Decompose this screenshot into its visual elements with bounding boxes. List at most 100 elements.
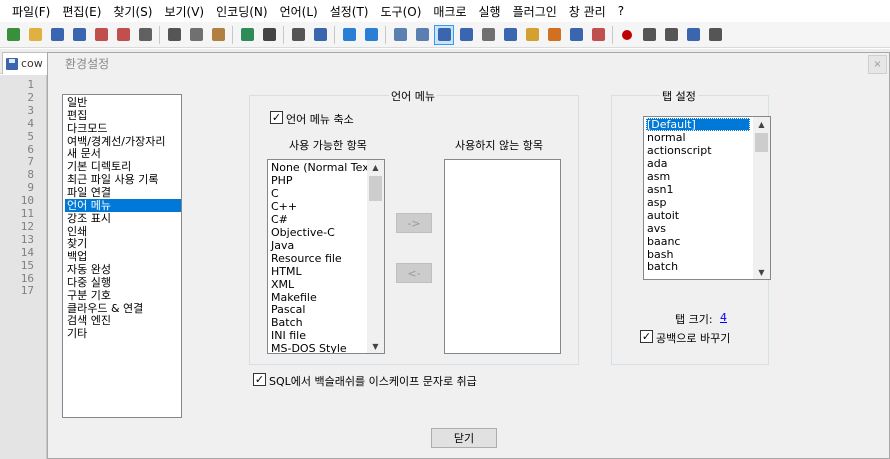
scroll-up-icon[interactable]: ▲ — [753, 117, 770, 131]
category-item[interactable]: 편집 — [65, 109, 181, 122]
available-language-item[interactable]: XML — [271, 278, 294, 291]
available-language-item[interactable]: PHP — [271, 174, 293, 187]
menu-item-9[interactable]: 실행 — [473, 3, 507, 20]
category-item[interactable]: 자동 완성 — [65, 263, 181, 276]
show-all-characters-icon[interactable] — [457, 26, 475, 44]
compact-language-menu-checkbox[interactable] — [270, 111, 283, 124]
playback-icon[interactable] — [662, 26, 680, 44]
category-item[interactable]: 찾기 — [65, 237, 181, 250]
available-language-item[interactable]: C# — [271, 213, 288, 226]
category-item[interactable]: 인쇄 — [65, 225, 181, 238]
category-item[interactable]: 최근 파일 사용 기록 — [65, 173, 181, 186]
close-icon[interactable] — [92, 26, 110, 44]
menu-item-0[interactable]: 파일(F) — [6, 3, 56, 20]
sync-horizontal-icon[interactable] — [413, 26, 431, 44]
category-item[interactable]: 파일 연결 — [65, 186, 181, 199]
save-macro-icon[interactable] — [706, 26, 724, 44]
category-item[interactable]: 여백/경계선/가장자리 — [65, 135, 181, 148]
close-button[interactable]: 닫기 — [431, 428, 497, 448]
print-icon[interactable] — [136, 26, 154, 44]
stop-recording-icon[interactable] — [640, 26, 658, 44]
open-folder-icon[interactable] — [26, 26, 44, 44]
zoom-out-icon[interactable] — [362, 26, 380, 44]
tab-language-item[interactable]: ada — [646, 157, 750, 170]
run-macro-multiple-icon[interactable] — [684, 26, 702, 44]
menu-item-4[interactable]: 인코딩(N) — [210, 3, 273, 20]
menu-item-7[interactable]: 도구(O) — [375, 3, 428, 20]
available-languages-list[interactable]: MS-DOS Style INI file Batch Pascal Makefile X… — [267, 159, 385, 354]
copy-icon[interactable] — [187, 26, 205, 44]
tab-language-item[interactable]: batch — [646, 260, 750, 273]
close-all-icon[interactable] — [114, 26, 132, 44]
available-language-item[interactable]: Objective-C — [271, 226, 335, 239]
available-language-item[interactable]: HTML — [271, 265, 302, 278]
sync-vertical-icon[interactable] — [391, 26, 409, 44]
document-map-icon[interactable] — [545, 26, 563, 44]
menu-item-11[interactable]: 창 관리 — [563, 3, 612, 20]
category-item[interactable]: 기타 — [65, 327, 181, 340]
new-file-icon[interactable] — [4, 26, 22, 44]
tab-language-item[interactable]: [Default] — [646, 118, 750, 131]
available-language-item[interactable]: Makefile — [271, 291, 317, 304]
menu-item-1[interactable]: 편집(E) — [56, 3, 107, 20]
category-item[interactable]: 검색 엔진 — [65, 314, 181, 327]
category-item[interactable]: 언어 메뉴 — [65, 198, 181, 212]
tab-language-item[interactable]: asm — [646, 170, 750, 183]
save-all-icon[interactable] — [70, 26, 88, 44]
tab-language-item[interactable]: avs — [646, 222, 750, 235]
disabled-languages-list[interactable] — [444, 159, 561, 354]
category-item[interactable]: 구분 기호 — [65, 289, 181, 302]
tab-language-item[interactable]: normal — [646, 131, 750, 144]
menu-item-5[interactable]: 언어(L) — [274, 3, 324, 20]
dialog-close-icon[interactable]: × — [868, 55, 887, 74]
folder-as-workspace-icon[interactable] — [523, 26, 541, 44]
tab-language-item[interactable]: baanc — [646, 235, 750, 248]
tab-settings-language-list[interactable]: batch bash baanc avs autoit asp asn1 asm ada acti… — [643, 116, 771, 280]
available-language-item[interactable]: C — [271, 187, 279, 200]
available-language-item[interactable]: MS-DOS Style — [271, 342, 347, 353]
zoom-in-icon[interactable] — [340, 26, 358, 44]
move-to-available-button[interactable]: <- — [396, 263, 432, 283]
move-to-disabled-button[interactable]: -> — [396, 213, 432, 233]
category-item[interactable]: 다중 실행 — [65, 276, 181, 289]
menu-item-6[interactable]: 설정(T) — [324, 3, 375, 20]
language-icon[interactable] — [501, 26, 519, 44]
function-list-icon[interactable] — [567, 26, 585, 44]
save-icon[interactable] — [48, 26, 66, 44]
available-language-item[interactable]: Pascal — [271, 303, 305, 316]
available-language-item[interactable]: Java — [271, 239, 294, 252]
category-list[interactable]: 일반 편집 다크모드 여백/경계선/가장자리 새 문서 기본 디렉토리 최근 파일 사용 기… — [62, 94, 182, 418]
category-item[interactable]: 다크모드 — [65, 122, 181, 135]
tab-language-item[interactable]: asn1 — [646, 183, 750, 196]
menu-item-2[interactable]: 찾기(S) — [107, 3, 158, 20]
available-list-scrollbar[interactable]: ▲ ▼ — [367, 160, 384, 353]
scroll-up-icon[interactable]: ▲ — [367, 160, 384, 174]
monitoring-icon[interactable] — [589, 26, 607, 44]
scroll-down-icon[interactable]: ▼ — [753, 265, 770, 279]
scrollbar-thumb[interactable] — [369, 176, 382, 201]
replace-icon[interactable] — [311, 26, 329, 44]
paste-icon[interactable] — [209, 26, 227, 44]
available-language-item[interactable]: Batch — [271, 316, 303, 329]
category-item[interactable]: 강조 표시 — [65, 212, 181, 225]
replace-by-space-checkbox[interactable] — [640, 330, 653, 343]
tab-list-scrollbar[interactable]: ▲ ▼ — [753, 117, 770, 279]
category-item[interactable]: 일반 — [65, 96, 181, 109]
menu-item-10[interactable]: 플러그인 — [507, 3, 563, 20]
scrollbar-thumb[interactable] — [755, 133, 768, 152]
undo-icon[interactable] — [238, 26, 256, 44]
category-item[interactable]: 새 문서 — [65, 147, 181, 160]
find-icon[interactable] — [289, 26, 307, 44]
sql-backslash-escape-checkbox[interactable] — [253, 373, 266, 386]
category-item[interactable]: 클라우드 & 연결 — [65, 302, 181, 315]
redo-icon[interactable] — [260, 26, 278, 44]
start-recording-icon[interactable] — [618, 26, 636, 44]
word-wrap-icon[interactable] — [434, 24, 454, 45]
available-language-item[interactable]: None (Normal Text) — [271, 161, 377, 174]
menu-item-12[interactable]: ? — [612, 4, 630, 18]
menu-item-3[interactable]: 보기(V) — [158, 3, 210, 20]
category-item[interactable]: 백업 — [65, 250, 181, 263]
document-tab[interactable]: cow — [2, 52, 50, 74]
indent-guide-icon[interactable] — [479, 26, 497, 44]
category-item[interactable]: 기본 디렉토리 — [65, 160, 181, 173]
